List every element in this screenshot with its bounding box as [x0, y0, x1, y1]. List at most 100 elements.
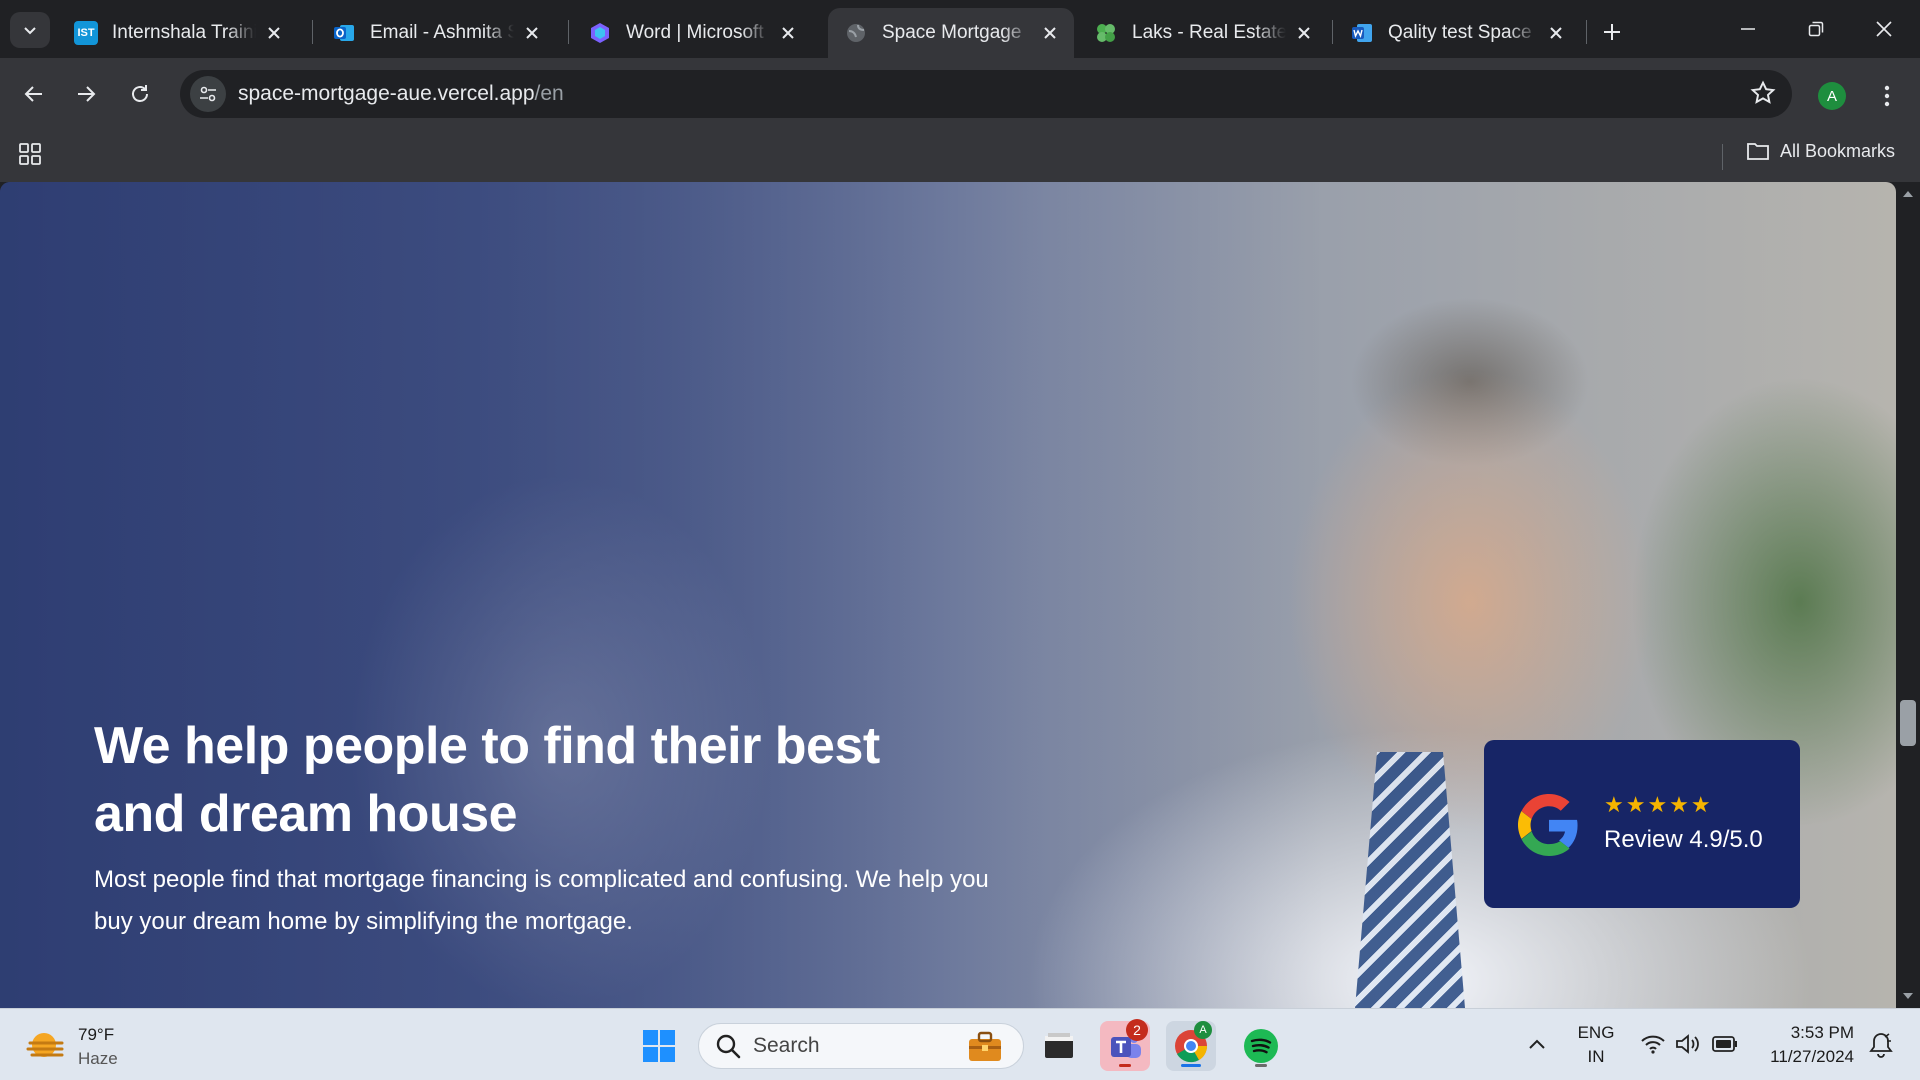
plus-icon — [1604, 24, 1620, 40]
arrow-right-icon — [78, 86, 96, 102]
url-host: space-mortgage-aue.vercel.app — [238, 82, 535, 105]
globe-icon — [844, 21, 868, 45]
word-icon — [1350, 21, 1374, 45]
arrow-left-icon — [24, 86, 42, 102]
running-indicator — [1255, 1064, 1267, 1067]
language-region: IN — [1587, 1047, 1605, 1066]
battery-icon[interactable] — [1712, 1035, 1738, 1058]
volume-icon[interactable] — [1674, 1033, 1700, 1060]
forward-button[interactable] — [66, 74, 106, 114]
page-scrollbar[interactable] — [1896, 182, 1920, 1008]
taskbar-spotify[interactable] — [1236, 1021, 1286, 1071]
all-bookmarks-button[interactable]: All Bookmarks — [1746, 140, 1895, 162]
taskbar-search[interactable]: Search — [698, 1023, 1024, 1069]
tab-quality-test[interactable]: Qality test Space M — [1334, 8, 1580, 58]
start-button[interactable] — [634, 1021, 684, 1071]
url-text[interactable]: space-mortgage-aue.vercel.app/en — [238, 82, 564, 106]
tab-strip: IST Internshala Training Email - Ashmita… — [0, 0, 1920, 58]
close-icon[interactable] — [1546, 23, 1566, 43]
tab-divider — [312, 20, 313, 44]
notification-bell-icon[interactable] — [1868, 1031, 1894, 1064]
taskbar-file-explorer[interactable] — [1034, 1021, 1084, 1071]
running-indicator — [1119, 1064, 1131, 1067]
tab-search-button[interactable] — [10, 12, 50, 48]
tab-title: Space Mortgage — [882, 22, 1022, 43]
restore-icon — [1808, 21, 1824, 37]
briefcase-icon — [969, 1031, 1001, 1061]
tab-divider — [568, 20, 569, 44]
close-window-button[interactable] — [1854, 8, 1914, 50]
profile-avatar[interactable]: A — [1818, 82, 1846, 110]
wifi-icon[interactable] — [1640, 1033, 1666, 1060]
rating-stars: ★★★★★ — [1604, 792, 1713, 817]
google-review-card[interactable]: ★★★★★ Review 4.9/5.0 — [1484, 740, 1800, 908]
windows-logo-icon — [643, 1030, 675, 1062]
clover-icon — [1094, 21, 1118, 45]
tab-laks-real-estate[interactable]: Laks - Real Estate M — [1078, 8, 1328, 58]
scroll-thumb[interactable] — [1900, 700, 1916, 746]
profile-badge: A — [1194, 1021, 1212, 1039]
weather-condition: Haze — [78, 1049, 118, 1068]
outlook-icon — [332, 21, 356, 45]
tab-word-microsoft[interactable]: Word | Microsoft 365 — [572, 8, 812, 58]
tab-internshala[interactable]: IST Internshala Training — [58, 8, 298, 58]
tab-divider — [1586, 20, 1587, 44]
scroll-down-arrow-icon[interactable] — [1902, 988, 1914, 1006]
bookmark-star-icon[interactable] — [1750, 80, 1776, 111]
review-score-text: Review 4.9/5.0 — [1604, 826, 1763, 853]
reload-icon — [132, 85, 148, 102]
page-viewport: We help people to find their best and dr… — [0, 182, 1896, 1008]
close-icon — [1876, 21, 1892, 37]
search-label: Search — [753, 1034, 820, 1057]
weather-widget[interactable]: 79°F Haze — [26, 1023, 118, 1071]
apps-grid-icon[interactable] — [18, 142, 42, 171]
tab-title: Laks - Real Estate M — [1132, 22, 1286, 43]
tab-divider — [1332, 20, 1333, 44]
restore-button[interactable] — [1786, 8, 1846, 50]
tab-title: Word | Microsoft 365 — [626, 22, 770, 43]
hero-subtitle: Most people find that mortgage financing… — [94, 866, 989, 935]
tab-title: Internshala Training — [112, 22, 256, 43]
google-logo-icon — [1518, 794, 1580, 861]
windows-taskbar: 79°F Haze Search 2 A ENG IN 3:53 PM 11/2… — [0, 1008, 1920, 1080]
running-indicator — [1181, 1064, 1201, 1067]
minimize-button[interactable] — [1718, 8, 1778, 50]
bookmarks-bar: All Bookmarks — [0, 130, 1920, 182]
back-button[interactable] — [14, 74, 54, 114]
minimize-icon — [1741, 28, 1755, 30]
folder-icon — [1747, 143, 1769, 160]
tab-space-mortgage[interactable]: Space Mortgage — [828, 8, 1074, 58]
all-bookmarks-label: All Bookmarks — [1780, 140, 1896, 161]
scroll-up-arrow-icon[interactable] — [1902, 186, 1914, 204]
tab-title: Qality test Space M — [1388, 22, 1538, 43]
url-path: /en — [534, 82, 564, 105]
close-icon[interactable] — [1294, 23, 1314, 43]
browser-menu-button[interactable] — [1872, 76, 1902, 116]
taskbar-chrome[interactable]: A — [1166, 1021, 1216, 1071]
weather-temperature: 79°F — [78, 1025, 115, 1044]
more-vert-icon — [1884, 85, 1890, 107]
chevron-up-icon[interactable] — [1528, 1037, 1546, 1055]
hero-title: We help people to find their best and dr… — [94, 717, 880, 843]
bookmarks-divider — [1722, 144, 1723, 170]
close-icon[interactable] — [264, 23, 284, 43]
chevron-down-icon — [24, 27, 36, 35]
clock-time: 3:53 PM — [1790, 1023, 1854, 1042]
search-icon — [716, 1034, 741, 1059]
close-icon[interactable] — [522, 23, 542, 43]
close-icon[interactable] — [778, 23, 798, 43]
tab-title: Email - Ashmita Sharma — [370, 22, 514, 43]
avatar-initial: A — [1826, 87, 1837, 105]
language-code: ENG — [1577, 1023, 1615, 1042]
address-bar[interactable]: space-mortgage-aue.vercel.app/en — [180, 70, 1792, 118]
browser-toolbar: space-mortgage-aue.vercel.app/en A — [0, 58, 1920, 130]
clock[interactable]: 3:53 PM 11/27/2024 — [1756, 1021, 1854, 1069]
site-info-icon[interactable] — [190, 76, 226, 112]
language-indicator[interactable]: ENG IN — [1574, 1021, 1618, 1069]
reload-button[interactable] — [120, 74, 160, 114]
tab-email[interactable]: Email - Ashmita Sharma — [316, 8, 556, 58]
new-tab-button[interactable] — [1594, 14, 1630, 50]
spotify-icon — [1244, 1029, 1278, 1063]
taskbar-teams[interactable]: 2 — [1100, 1019, 1150, 1071]
close-icon[interactable] — [1040, 23, 1060, 43]
